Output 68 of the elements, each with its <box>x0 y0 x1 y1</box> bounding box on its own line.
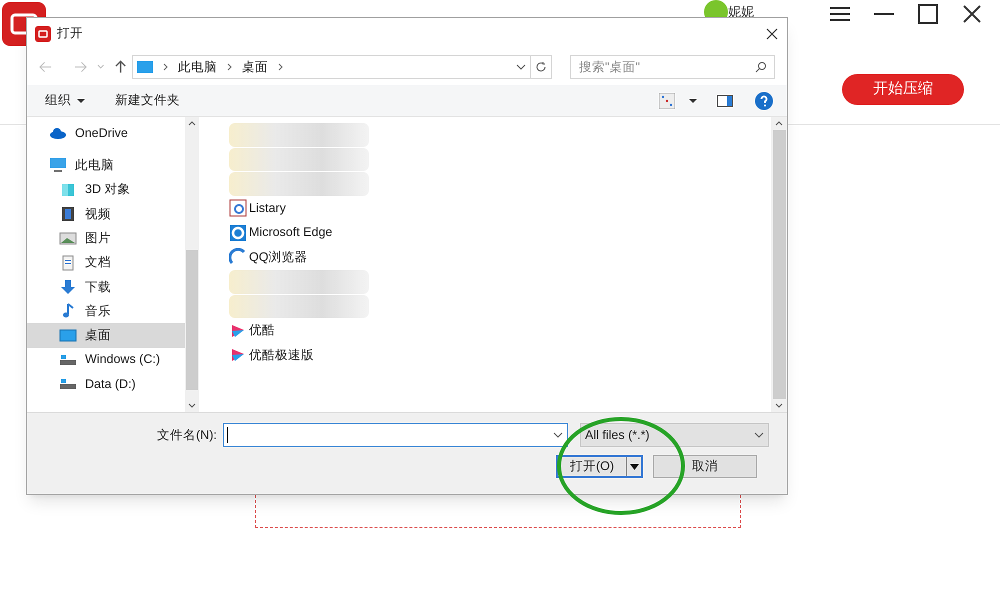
refresh-icon <box>535 61 548 73</box>
dropdown-caret-icon <box>553 432 563 438</box>
nav-scrollbar[interactable] <box>185 117 199 412</box>
close-icon <box>962 4 982 24</box>
start-compress-button[interactable]: 开始压缩 <box>842 74 964 105</box>
nav-item[interactable]: Windows (C:) <box>27 348 185 372</box>
address-bar[interactable]: 此电脑 桌面 <box>132 55 532 79</box>
image-icon <box>59 230 77 246</box>
dropdown-caret-icon[interactable] <box>516 64 526 70</box>
scroll-down-icon <box>775 403 783 408</box>
maximize-icon <box>918 4 938 24</box>
film-icon <box>59 206 77 222</box>
file-item[interactable]: 优酷 <box>229 319 771 342</box>
caret-icon <box>77 98 85 102</box>
desktop-icon <box>59 328 77 344</box>
scroll-down-icon <box>188 403 196 408</box>
close-icon <box>766 28 778 40</box>
browser-icon <box>229 224 247 242</box>
preview-pane-icon[interactable] <box>717 94 733 106</box>
filename-label: 文件名(N): <box>157 426 218 444</box>
chevron-icon <box>162 63 168 71</box>
file-scrollbar[interactable] <box>771 117 787 412</box>
file-type-select[interactable]: All files (*.*) <box>580 423 769 447</box>
cancel-button[interactable]: 取消 <box>653 455 757 478</box>
nav-item[interactable]: 下载 <box>27 274 185 300</box>
desktop-icon <box>136 61 153 73</box>
new-folder-button[interactable]: 新建文件夹 <box>115 91 180 110</box>
caret-icon[interactable] <box>689 98 697 102</box>
file-item[interactable]: Listary <box>229 196 771 220</box>
refresh-button[interactable] <box>531 55 552 79</box>
chevron-icon <box>226 63 232 71</box>
app-icon <box>229 199 247 218</box>
search-field[interactable]: 搜索"桌面" <box>570 55 776 79</box>
cube-icon <box>59 182 77 198</box>
scroll-up-icon <box>188 121 196 126</box>
computer-icon <box>49 157 67 174</box>
scroll-up-icon <box>775 121 783 126</box>
caret-icon <box>630 464 638 470</box>
nav-item[interactable]: 音乐 <box>27 299 185 324</box>
dropdown-caret-icon <box>754 432 764 438</box>
nav-item[interactable]: Data (D:) <box>27 372 185 396</box>
breadcrumb-item[interactable]: 桌面 <box>242 58 268 76</box>
chevron-icon <box>278 63 283 71</box>
open-button[interactable]: 打开(O) <box>556 455 643 478</box>
nav-item[interactable]: OneDrive <box>27 121 185 146</box>
view-grid-icon[interactable] <box>659 92 675 108</box>
menu-icon <box>829 6 851 22</box>
minimize-icon <box>873 12 895 16</box>
nav-item[interactable]: 视频 <box>27 202 185 226</box>
file-item[interactable]: Microsoft Edge <box>229 221 771 244</box>
cloud-icon <box>49 125 67 142</box>
help-icon[interactable] <box>755 92 773 110</box>
nav-item[interactable]: 桌面 <box>27 323 185 348</box>
search-icon <box>755 61 768 73</box>
nav-item[interactable]: 文档 <box>27 250 185 275</box>
download-icon <box>59 278 77 295</box>
file-item[interactable]: QQ浏览器 <box>229 246 771 269</box>
organize-menu-button[interactable]: 组织 <box>45 91 85 110</box>
nav-item[interactable]: 此电脑 <box>27 153 185 178</box>
up-arrow-icon[interactable] <box>114 60 126 74</box>
text-cursor <box>227 427 228 443</box>
file-item[interactable]: 优酷极速版 <box>229 344 771 367</box>
browser-icon <box>229 248 247 266</box>
filename-field[interactable] <box>223 423 568 447</box>
nav-item[interactable]: 3D 对象 <box>27 178 185 202</box>
breadcrumb-item[interactable]: 此电脑 <box>178 58 217 76</box>
nav-item[interactable]: 图片 <box>27 226 185 250</box>
dialog-title: 打开 <box>57 25 83 42</box>
